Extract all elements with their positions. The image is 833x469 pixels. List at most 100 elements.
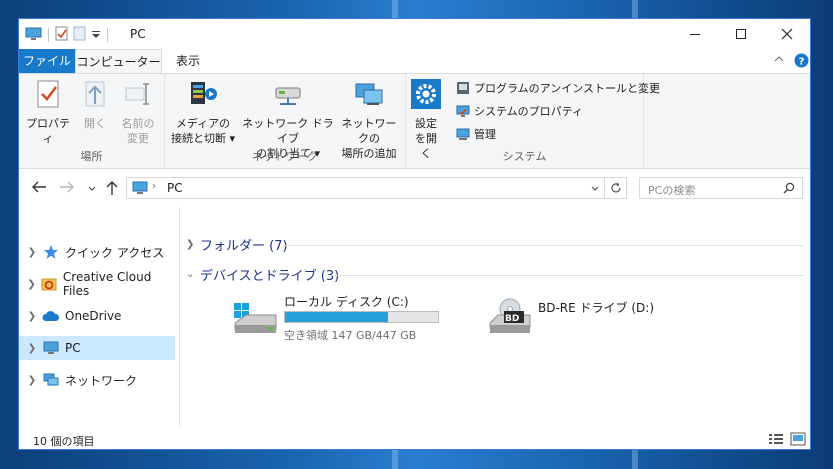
status-bar: 10 個の項目 [19, 429, 810, 449]
drive-name: ローカル ディスク (C:) [284, 295, 409, 309]
large-icons-view-icon[interactable] [790, 432, 806, 449]
address-row: › PC PCの検索 [19, 169, 810, 207]
refresh-button[interactable] [605, 177, 627, 199]
collapse-chevron-icon[interactable]: ⌄ [186, 269, 200, 280]
search-box[interactable]: PCの検索 [639, 177, 803, 199]
svg-text:?: ? [799, 57, 805, 68]
bd-badge: BD [505, 314, 520, 324]
details-view-icon[interactable] [768, 433, 784, 448]
tab-file[interactable]: ファイル [19, 49, 75, 73]
address-bar[interactable]: › PC [126, 177, 605, 199]
computer-icon [132, 181, 148, 198]
refresh-icon [610, 182, 621, 193]
expand-chevron-icon[interactable]: ❯ [23, 247, 41, 258]
uninstall-label: プログラムのアンインストールと変更 [474, 82, 661, 95]
tab-view[interactable]: 表示 [166, 49, 210, 73]
media-server-icon [167, 78, 239, 114]
media-label-line1: メディアの [175, 117, 231, 130]
drive-name: BD-RE ドライブ (D:) [538, 301, 654, 315]
ribbon-group-label-location: 場所 [80, 150, 103, 163]
recent-locations-chevron-icon[interactable] [87, 182, 97, 198]
drive-d[interactable]: BD BD-RE ドライブ (D:) [488, 293, 658, 339]
group-divider [284, 245, 804, 246]
nav-item-label: OneDrive [65, 309, 122, 323]
properties-icon[interactable] [55, 26, 69, 44]
nav-item-label: Creative Cloud Files [62, 270, 152, 298]
system-properties-button[interactable]: システムのプロパティ [456, 103, 583, 119]
group-header-devices[interactable]: ⌄ デバイスとドライブ (3) [186, 265, 339, 284]
computer-icon [25, 27, 42, 44]
ribbon-group-label-system: システム [502, 150, 547, 163]
breadcrumb-chevron-icon[interactable]: › [152, 181, 156, 192]
add-location-label-line1: ネットワークの [341, 117, 397, 145]
rename-button[interactable]: 名前の 変更 [115, 78, 161, 146]
search-input[interactable]: PCの検索 [648, 182, 695, 198]
nav-item-label: ネットワーク [65, 373, 138, 388]
uninstall-program-button[interactable]: プログラムのアンインストールと変更 [456, 80, 660, 96]
group-header-label: フォルダー (7) [200, 239, 288, 254]
properties-button[interactable]: プロパティ [23, 78, 73, 146]
group-header-folders[interactable]: ❯ フォルダー (7) [186, 235, 288, 254]
up-arrow-icon[interactable] [105, 180, 119, 200]
settings-gear-icon [410, 78, 442, 114]
forward-arrow-icon[interactable] [59, 180, 75, 198]
close-button[interactable] [764, 19, 810, 49]
dropdown-arrow-icon: ▾ [225, 132, 236, 145]
toolbar-divider [48, 28, 49, 42]
title-bar: PC [19, 19, 810, 49]
expand-chevron-icon[interactable]: ❯ [23, 311, 41, 322]
uninstall-icon [457, 82, 469, 94]
open-arrow-icon [77, 78, 113, 114]
expand-chevron-icon[interactable]: ❯ [23, 343, 41, 354]
system-properties-icon [456, 105, 470, 117]
bd-drive-icon: BD [488, 297, 532, 340]
open-label: 開く [84, 117, 106, 130]
maximize-button[interactable] [718, 19, 764, 49]
manage-icon [456, 128, 470, 140]
drive-free-space: 空き領域 147 GB/447 GB [284, 329, 417, 342]
ribbon-group-system: 設定 を開く プログラムのアンインストールと変更 システムのプロパティ 管理 シ… [406, 74, 660, 168]
open-button[interactable]: 開く [77, 78, 113, 131]
manage-label: 管理 [474, 128, 496, 141]
back-arrow-icon[interactable] [31, 180, 47, 198]
drive-usage-fill [285, 312, 388, 322]
collapse-ribbon-chevron-icon[interactable] [773, 53, 785, 68]
search-icon[interactable] [783, 182, 795, 197]
new-folder-icon[interactable] [73, 26, 87, 44]
drive-usage-bar [284, 311, 439, 323]
toolbar-divider [107, 28, 108, 42]
navigation-pane: ❯ クイック アクセス ❯ Creative Cloud Files ❯ One… [19, 207, 180, 427]
media-connect-button[interactable]: メディアの 接続と切断 ▾ [167, 78, 239, 146]
ribbon: プロパティ 開く 名前の 変更 場所 メディアの 接続と切断 ▾ ネットワーク … [19, 73, 810, 169]
expand-chevron-icon[interactable]: ❯ [23, 375, 41, 386]
manage-button[interactable]: 管理 [456, 126, 496, 142]
ribbon-group-location: プロパティ 開く 名前の 変更 場所 [19, 74, 165, 168]
nav-item-network[interactable]: ❯ ネットワーク [19, 368, 175, 392]
ribbon-group-label-network: ネットワーク [252, 150, 318, 163]
breadcrumb-pc[interactable]: PC [167, 181, 183, 195]
group-header-label: デバイスとドライブ (3) [200, 269, 340, 284]
address-history-chevron-icon[interactable] [590, 183, 600, 197]
minimize-button[interactable] [672, 19, 718, 49]
help-icon[interactable]: ? [794, 53, 809, 71]
nav-item-quick-access[interactable]: ❯ クイック アクセス [19, 240, 175, 264]
nav-item-label: PC [65, 341, 81, 355]
expand-chevron-icon[interactable]: ❯ [23, 279, 40, 290]
item-count: 10 個の項目 [33, 435, 95, 448]
star-icon [41, 244, 61, 260]
rename-icon [115, 78, 161, 114]
settings-label-line1: 設定 [415, 117, 437, 130]
ribbon-group-network: メディアの 接続と切断 ▾ ネットワーク ドライブ の割り当て ▾ ネットワーク… [165, 74, 406, 168]
nav-item-creative-cloud[interactable]: ❯ Creative Cloud Files [19, 270, 175, 298]
group-divider [326, 275, 804, 276]
nav-item-label: クイック アクセス [65, 245, 165, 260]
expand-chevron-icon[interactable]: ❯ [186, 239, 200, 250]
network-icon [41, 372, 61, 388]
tab-computer[interactable]: コンピューター [75, 49, 162, 74]
customize-toolbar-chevron-icon[interactable] [91, 28, 101, 42]
ribbon-tabs: ファイル コンピューター 表示 ? [19, 49, 810, 74]
network-drive-icon [241, 78, 335, 114]
drive-c[interactable]: ローカル ディスク (C:) 空き領域 147 GB/447 GB [232, 293, 442, 342]
nav-item-onedrive[interactable]: ❯ OneDrive [19, 304, 175, 328]
nav-item-pc[interactable]: ❯ PC [19, 336, 175, 360]
